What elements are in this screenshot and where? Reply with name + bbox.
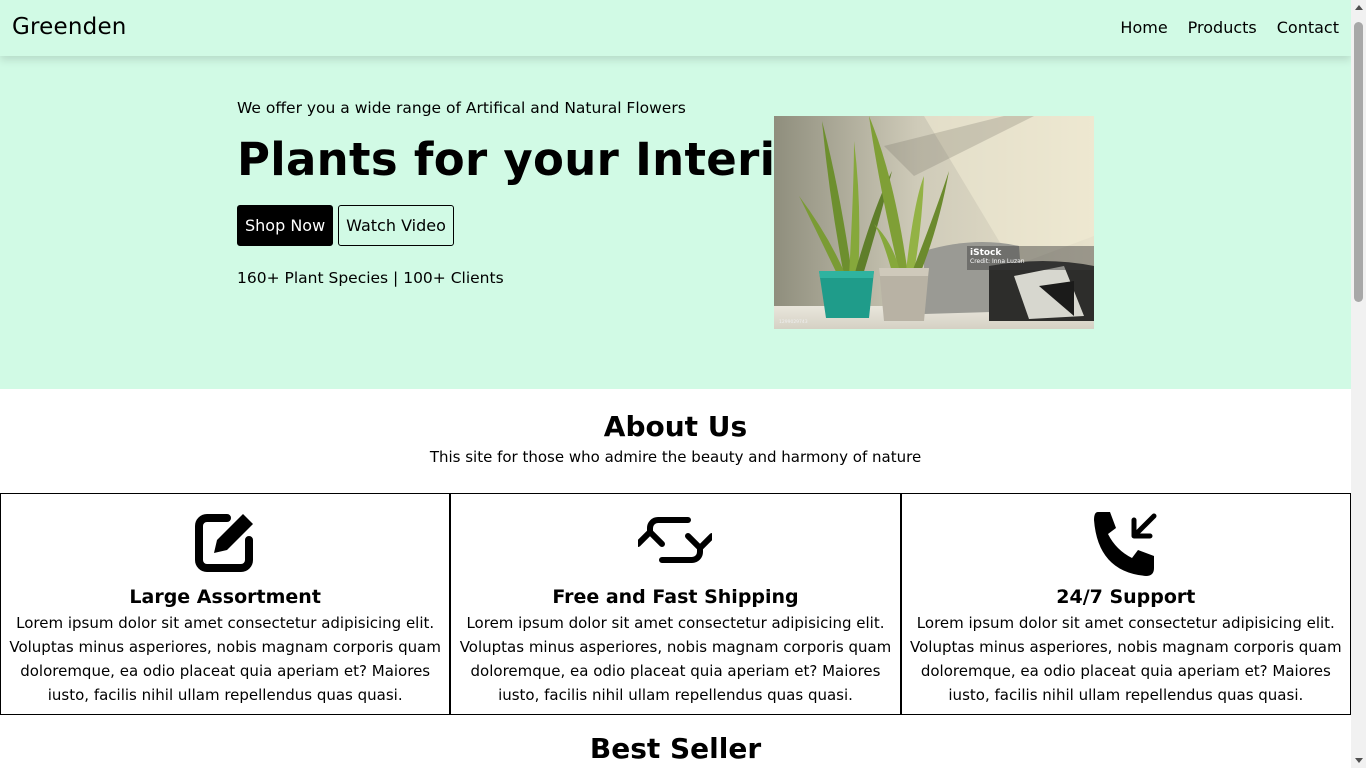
about-subtitle: This site for those who admire the beaut… — [429, 448, 922, 466]
nav-link-home[interactable]: Home — [1120, 18, 1167, 37]
hero-tagline: We offer you a wide range of Artifical a… — [237, 99, 686, 117]
feature-text: Lorem ipsum dolor sit amet consectetur a… — [910, 614, 1342, 704]
stock-watermark-name: iStock — [970, 248, 1002, 258]
navbar: Greenden Home Products Contact — [0, 0, 1351, 56]
brand-logo[interactable]: Greenden — [12, 14, 127, 40]
refresh-icon — [451, 510, 899, 580]
nav-links: Home Products Contact — [1120, 18, 1339, 37]
nav-link-products[interactable]: Products — [1188, 18, 1257, 37]
hero-plant-image: iStock Credit: Inna Luzan 1299029743 — [774, 116, 1094, 329]
hero-section: We offer you a wide range of Artifical a… — [0, 0, 1351, 389]
feature-text: Lorem ipsum dolor sit amet consectetur a… — [9, 614, 441, 704]
stock-watermark: iStock Credit: Inna Luzan — [967, 246, 1094, 270]
feature-title: 24/7 Support — [1056, 586, 1196, 608]
phone-incoming-icon — [902, 510, 1350, 580]
feature-card: Large Assortment Lorem ipsum dolor sit a… — [0, 493, 451, 715]
features-grid: Large Assortment Lorem ipsum dolor sit a… — [0, 493, 1351, 715]
scroll-thumb[interactable] — [1354, 22, 1363, 302]
scroll-up-arrow-icon[interactable] — [1355, 5, 1363, 10]
page-scrollbar[interactable] — [1351, 0, 1366, 768]
hero-buttons: Shop Now Watch Video — [237, 205, 454, 246]
hero-stats: 160+ Plant Species | 100+ Clients — [237, 269, 504, 287]
best-seller-title: Best Seller — [589, 732, 762, 765]
hero-title: Plants for your Interior — [237, 133, 830, 186]
about-title: About Us — [603, 410, 748, 443]
scroll-down-arrow-icon[interactable] — [1355, 758, 1363, 763]
feature-card: 24/7 Support Lorem ipsum dolor sit amet … — [900, 493, 1351, 715]
feature-title: Free and Fast Shipping — [552, 586, 799, 608]
watch-video-button[interactable]: Watch Video — [338, 205, 454, 246]
edit-icon — [1, 510, 449, 580]
plant-photo-illustration — [774, 116, 1094, 329]
feature-text: Lorem ipsum dolor sit amet consectetur a… — [459, 614, 892, 704]
feature-card: Free and Fast Shipping Lorem ipsum dolor… — [450, 493, 901, 715]
page: We offer you a wide range of Artifical a… — [0, 0, 1351, 768]
stock-image-id: 1299029743 — [779, 320, 808, 325]
stock-credit: Credit: Inna Luzan — [970, 258, 1025, 265]
shop-now-button[interactable]: Shop Now — [237, 205, 334, 246]
nav-link-contact[interactable]: Contact — [1277, 18, 1339, 37]
feature-title: Large Assortment — [129, 586, 321, 608]
